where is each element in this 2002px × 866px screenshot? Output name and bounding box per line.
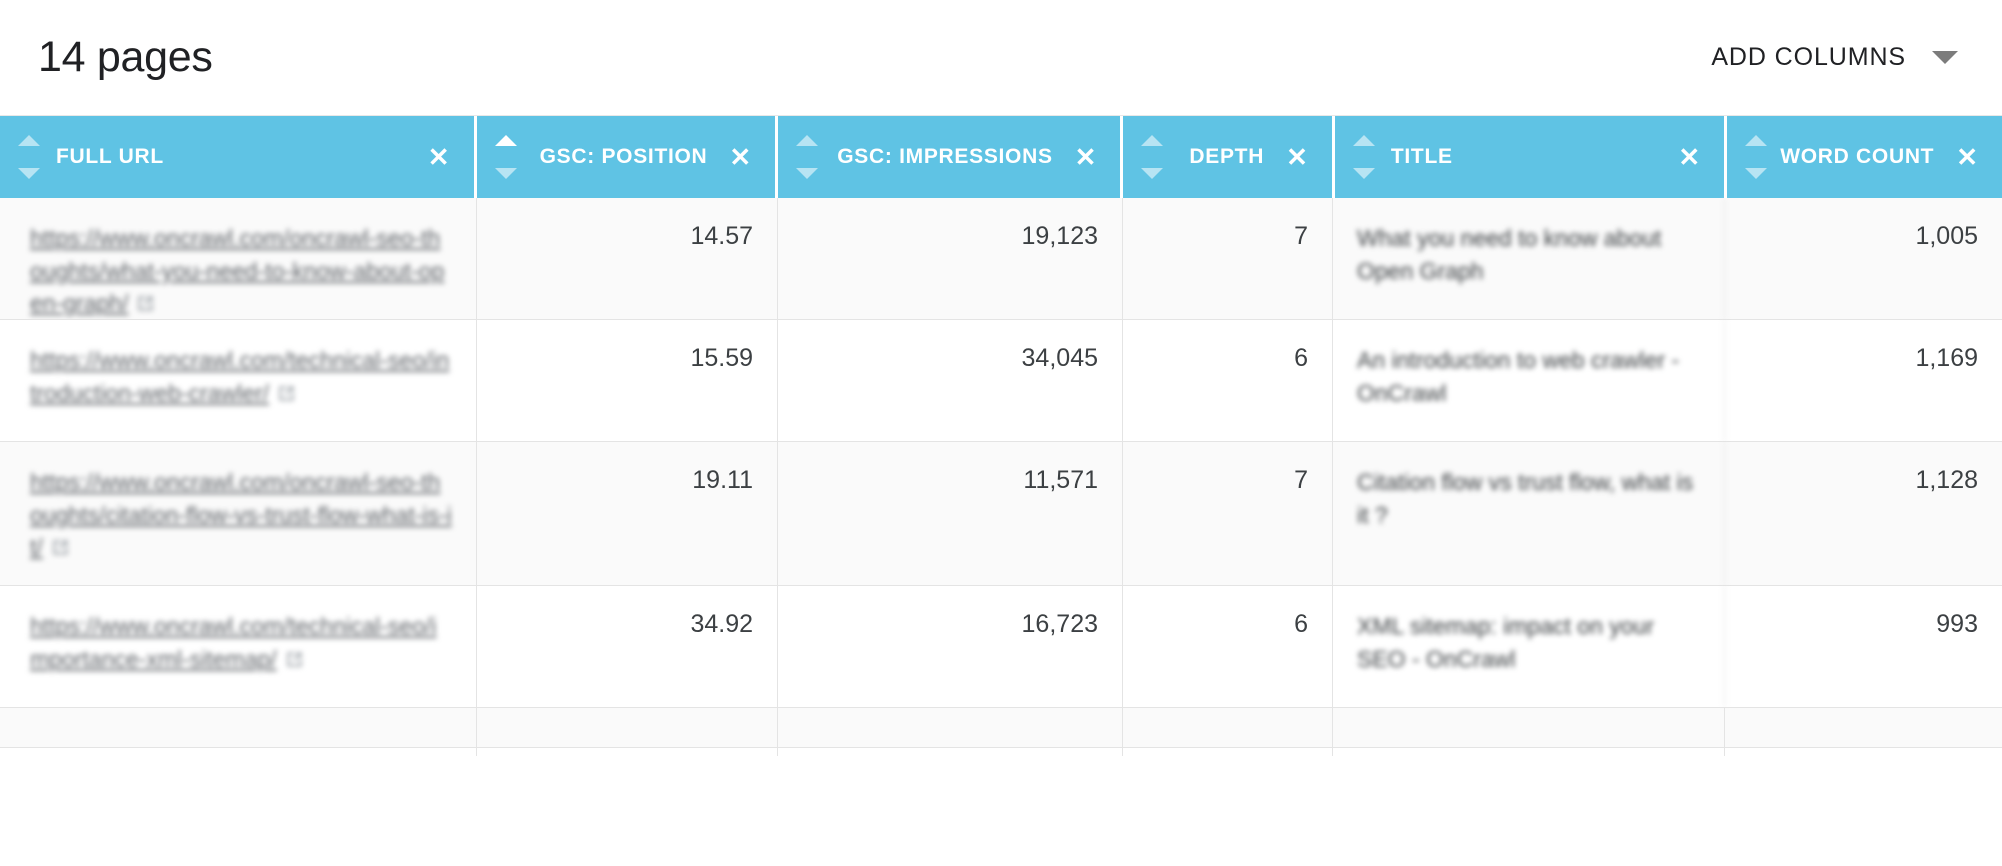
column-header-label: TITLE <box>1390 145 1453 168</box>
cell-gsc-position: 14.57 <box>477 198 778 319</box>
cell-title: Citation flow vs trust flow, what is it … <box>1333 442 1725 585</box>
table-body: https://www.oncrawl.com/oncrawl-seo-thou… <box>0 198 2002 756</box>
close-icon[interactable]: ✕ <box>428 144 450 170</box>
cell-gsc-impressions: 19,123 <box>778 198 1123 319</box>
sort-descending-icon[interactable] <box>18 168 40 179</box>
column-header-depth[interactable]: DEPTH ✕ <box>1123 116 1332 198</box>
cell-gsc-position: 15.59 <box>477 320 778 441</box>
pages-table-screen: 14 pages ADD COLUMNS FULL URL ✕ GSC: POSIT… <box>0 0 2002 866</box>
column-header-label: GSC: POSITION <box>539 145 708 168</box>
table-row: https://www.oncrawl.com/oncrawl-seo-thou… <box>0 198 2002 320</box>
cell-gsc-impressions: 34,045 <box>778 320 1123 441</box>
cell-placeholder <box>0 708 477 756</box>
column-header-label: FULL URL <box>56 145 164 168</box>
cell-full-url: https://www.oncrawl.com/technical-seo/im… <box>0 586 477 707</box>
cell-placeholder <box>1725 708 2002 756</box>
column-header-full-url[interactable]: FULL URL ✕ <box>0 116 474 198</box>
cell-placeholder <box>1333 708 1725 756</box>
chevron-down-icon <box>1932 51 1958 64</box>
column-header-title[interactable]: TITLE ✕ <box>1334 116 1725 198</box>
close-icon[interactable]: ✕ <box>1956 144 1978 170</box>
cell-word-count: 1,005 <box>1915 222 1978 250</box>
url-link[interactable]: https://www.oncrawl.com/oncrawl-seo-thou… <box>30 225 444 316</box>
cell-depth: 6 <box>1123 320 1333 441</box>
close-icon[interactable]: ✕ <box>1286 144 1308 170</box>
column-header-label: WORD COUNT <box>1780 145 1935 168</box>
column-header-word-count[interactable]: WORD COUNT ✕ <box>1727 116 2002 198</box>
page-title: 14 pages <box>38 33 213 81</box>
close-icon[interactable]: ✕ <box>729 144 751 170</box>
table-row: https://www.oncrawl.com/technical-seo/im… <box>0 586 2002 708</box>
cell-gsc-impressions: 16,723 <box>778 586 1123 707</box>
cell-placeholder <box>778 708 1123 756</box>
external-link-icon[interactable] <box>277 384 296 403</box>
cell-full-url: https://www.oncrawl.com/technical-seo/in… <box>0 320 477 441</box>
url-link[interactable]: https://www.oncrawl.com/oncrawl-seo-thou… <box>30 469 452 560</box>
table-row: https://www.oncrawl.com/oncrawl-seo-thou… <box>0 442 2002 586</box>
column-header-gsc-position[interactable]: GSC: POSITION ✕ <box>476 116 776 198</box>
sort-ascending-icon[interactable] <box>1141 135 1164 146</box>
cell-full-url: https://www.oncrawl.com/oncrawl-seo-thou… <box>0 442 477 585</box>
external-link-icon[interactable] <box>136 294 155 313</box>
sort-ascending-icon[interactable] <box>18 135 40 146</box>
sort-descending-icon[interactable] <box>1352 168 1375 179</box>
column-header-label: DEPTH <box>1189 145 1265 168</box>
cell-title: An introduction to web crawler - OnCrawl <box>1333 320 1725 441</box>
cell-gsc-position: 19.11 <box>477 442 778 585</box>
sort-controls <box>1351 116 1377 198</box>
pages-table: FULL URL ✕ GSC: POSITION ✕ GSC: IMPRESSIONS ✕… <box>0 116 2002 756</box>
cell-word-count: 1,128 <box>1915 466 1978 494</box>
close-icon[interactable]: ✕ <box>1678 144 1700 170</box>
sort-descending-icon[interactable] <box>494 168 517 179</box>
add-columns-label: ADD COLUMNS <box>1711 43 1906 71</box>
sort-ascending-icon[interactable] <box>494 135 517 146</box>
cell-word-count: 993 <box>1936 610 1978 638</box>
sort-descending-icon[interactable] <box>1745 168 1768 179</box>
table-header-row: FULL URL ✕ GSC: POSITION ✕ GSC: IMPRESSIONS ✕… <box>0 116 2002 198</box>
sort-controls <box>1139 116 1165 198</box>
cell-depth: 6 <box>1123 586 1333 707</box>
cell-gsc-position: 34.92 <box>477 586 778 707</box>
sort-descending-icon[interactable] <box>796 168 819 179</box>
table-row <box>0 708 2002 756</box>
cell-placeholder <box>1123 708 1333 756</box>
sort-ascending-icon[interactable] <box>1352 135 1375 146</box>
cell-title: XML sitemap: impact on your SEO - OnCraw… <box>1333 586 1725 707</box>
sort-ascending-icon[interactable] <box>1745 135 1768 146</box>
url-link[interactable]: https://www.oncrawl.com/technical-seo/im… <box>30 613 437 672</box>
cell-title: What you need to know about Open Graph <box>1333 198 1725 319</box>
top-bar: 14 pages ADD COLUMNS <box>0 0 2002 116</box>
cell-placeholder <box>477 708 778 756</box>
cell-depth: 7 <box>1123 442 1333 585</box>
column-header-gsc-impressions[interactable]: GSC: IMPRESSIONS ✕ <box>778 116 1121 198</box>
table-row: https://www.oncrawl.com/technical-seo/in… <box>0 320 2002 442</box>
sort-controls <box>794 116 820 198</box>
sort-ascending-icon[interactable] <box>796 135 819 146</box>
external-link-icon[interactable] <box>285 650 304 669</box>
column-header-label: GSC: IMPRESSIONS <box>837 145 1053 168</box>
close-icon[interactable]: ✕ <box>1075 144 1097 170</box>
cell-depth: 7 <box>1123 198 1333 319</box>
sort-controls <box>493 116 519 198</box>
url-link[interactable]: https://www.oncrawl.com/technical-seo/in… <box>30 347 449 406</box>
sort-descending-icon[interactable] <box>1141 168 1164 179</box>
sort-controls <box>1743 116 1769 198</box>
add-columns-button[interactable]: ADD COLUMNS <box>1701 37 1968 78</box>
cell-full-url: https://www.oncrawl.com/oncrawl-seo-thou… <box>0 198 477 319</box>
cell-gsc-impressions: 11,571 <box>778 442 1123 585</box>
sort-controls <box>16 116 42 198</box>
cell-word-count: 1,169 <box>1915 344 1978 372</box>
external-link-icon[interactable] <box>51 538 70 557</box>
